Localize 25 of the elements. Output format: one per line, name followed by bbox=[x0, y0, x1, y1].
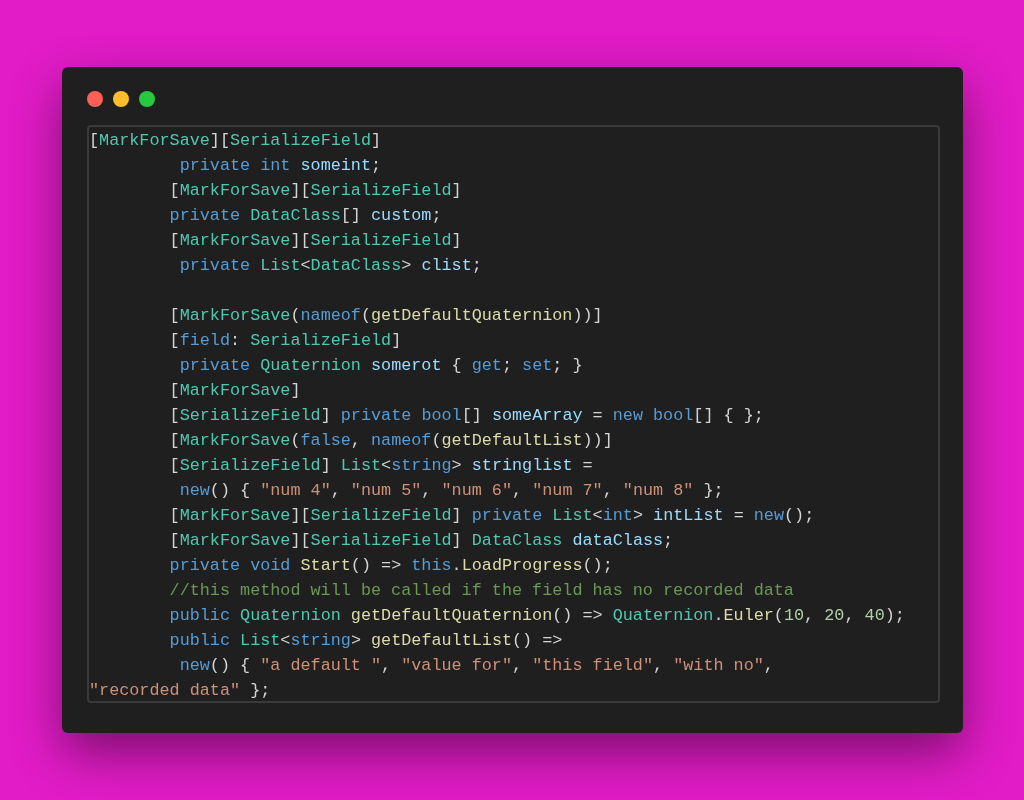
window-zoom-dot-icon bbox=[139, 91, 155, 107]
code-line: public Quaternion getDefaultQuaternion() => Quaternion.Euler(10, 20, 40); bbox=[168, 605, 906, 627]
code-line: //this method will be called if the field has no recorded data bbox=[168, 580, 795, 602]
code-line: [field: SerializeField] bbox=[168, 330, 403, 352]
code-line: [SerializeField] List<string> stringlist = bbox=[168, 455, 594, 477]
code-line: private int someint; bbox=[178, 155, 383, 177]
code-line: new() { "a default ", "value for", "this field", "with no", bbox=[178, 655, 775, 677]
code-line: new() { "num 4", "num 5", "num 6", "num 7", "num 8" }; bbox=[178, 480, 725, 502]
code-line: [MarkForSave][SerializeField] DataClass dataClass; bbox=[168, 530, 675, 552]
code-line: [MarkForSave][SerializeField] bbox=[168, 230, 463, 252]
code-line: private List<DataClass> clist; bbox=[178, 255, 483, 277]
code-line: [SerializeField] private bool[] someArray = new bool[] { }; bbox=[168, 405, 765, 427]
code-line: private DataClass[] custom; bbox=[168, 205, 443, 227]
code-line: private Quaternion somerot { get; set; } bbox=[178, 355, 584, 377]
code-line: private void Start() => this.LoadProgress(); bbox=[168, 555, 614, 577]
window-minimize-dot-icon bbox=[113, 91, 129, 107]
code-line: [MarkForSave][SerializeField] bbox=[89, 130, 383, 152]
code-line: public List<string> getDefaultList() => bbox=[168, 630, 564, 652]
window-close-dot-icon bbox=[87, 91, 103, 107]
code-line: [MarkForSave(nameof(getDefaultQuaternion))] bbox=[168, 305, 604, 327]
code-line: "recorded data" }; bbox=[89, 680, 272, 702]
code-line: [MarkForSave][SerializeField] private List<int> intList = new(); bbox=[168, 505, 816, 527]
code-line: [MarkForSave] bbox=[168, 380, 302, 402]
code-line: [MarkForSave(false, nameof(getDefaultList))] bbox=[168, 430, 614, 452]
code-line: [MarkForSave][SerializeField] bbox=[168, 180, 463, 202]
